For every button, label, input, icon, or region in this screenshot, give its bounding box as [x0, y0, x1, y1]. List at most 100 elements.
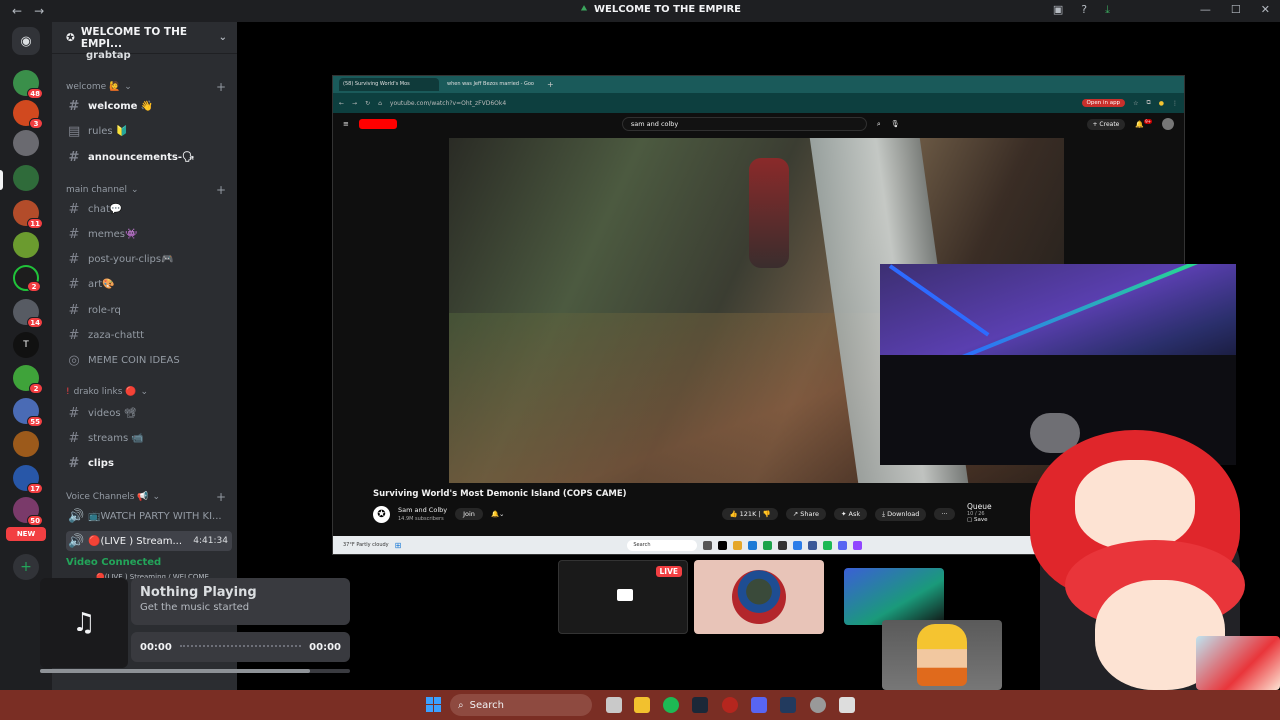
channel-welcome[interactable]: # welcome 👋: [66, 96, 232, 116]
extensions-icon[interactable]: ⧉: [1146, 99, 1150, 107]
server-icon[interactable]: 11: [13, 200, 43, 229]
server-icon[interactable]: 17: [13, 465, 43, 494]
add-channel-icon[interactable]: +: [216, 490, 226, 504]
camera-tile[interactable]: [844, 568, 944, 625]
bell-icon[interactable]: 🔔⌄: [491, 510, 505, 518]
stream-tile[interactable]: LIVE: [558, 560, 688, 634]
add-channel-icon[interactable]: +: [216, 80, 226, 94]
taskbar-app-icon[interactable]: [808, 540, 818, 550]
server-header[interactable]: ✪ WELCOME TO THE EMPI... ⌄: [52, 22, 237, 54]
help-icon[interactable]: ?: [1081, 3, 1087, 17]
channel-videos[interactable]: # videos 📽: [66, 403, 232, 423]
server-icon[interactable]: [13, 232, 39, 258]
save-button[interactable]: ▢ Save: [967, 517, 992, 523]
channel-info[interactable]: Sam and Colby 14.9M subscribers: [398, 506, 447, 522]
taskbar-app-icon[interactable]: [823, 540, 833, 550]
maximize-button[interactable]: ☐: [1231, 3, 1241, 16]
channel-chat[interactable]: # chat💬: [66, 199, 232, 219]
app-icon[interactable]: [810, 697, 826, 713]
taskbar-app-icon[interactable]: [748, 540, 758, 550]
taskbar-search[interactable]: ⌕ Search: [450, 694, 592, 716]
taskbar-app-icon[interactable]: [838, 540, 848, 550]
avatar[interactable]: [1162, 118, 1174, 130]
channel-announcements[interactable]: # announcements-🗣: [66, 147, 232, 167]
minimize-button[interactable]: —: [1200, 3, 1211, 16]
create-button[interactable]: + Create: [1086, 118, 1126, 130]
bell-icon[interactable]: 🔔9+: [1135, 119, 1152, 129]
channel-post-your-clips[interactable]: # post-your-clips🎮: [66, 249, 232, 269]
channel-grabtap[interactable]: grabtap: [86, 50, 131, 61]
spotify-icon[interactable]: [663, 697, 679, 713]
back-arrow-icon[interactable]: ←: [339, 100, 344, 107]
server-icon[interactable]: 48: [13, 70, 43, 99]
star-icon[interactable]: ☆: [1133, 100, 1138, 107]
more-button[interactable]: ···: [934, 508, 955, 520]
share-button[interactable]: ↗ Share: [785, 508, 827, 520]
channel-art[interactable]: # art🎨: [66, 274, 232, 294]
channel-avatar[interactable]: ✪: [373, 505, 390, 523]
channel-meme-coin-ideas[interactable]: ◎ MEME COIN IDEAS: [66, 350, 232, 370]
category-drako-links[interactable]: ! drako links 🔴 ⌄: [66, 387, 226, 397]
forward-arrow-icon[interactable]: →: [34, 4, 44, 18]
back-arrow-icon[interactable]: ←: [12, 4, 22, 18]
search-icon[interactable]: ⌕: [877, 120, 881, 129]
server-icon[interactable]: +: [13, 554, 39, 580]
reload-icon[interactable]: ↻: [365, 100, 370, 107]
close-button[interactable]: ✕: [1261, 3, 1270, 16]
app-icon[interactable]: [722, 697, 738, 713]
server-icon[interactable]: 50: [13, 497, 43, 526]
join-button[interactable]: Join: [455, 508, 483, 520]
file-explorer-icon[interactable]: [634, 697, 650, 713]
add-channel-icon[interactable]: +: [216, 183, 226, 197]
taskbar-app-icon[interactable]: [718, 540, 728, 550]
taskbar-app-icon[interactable]: [778, 540, 788, 550]
voice-channel-watch-party[interactable]: 🔊 📺WATCH PARTY WITH KI...: [66, 506, 232, 526]
youtube-logo[interactable]: [358, 119, 397, 129]
channel-rules[interactable]: ▤ rules 🔰: [66, 121, 232, 141]
task-view-icon[interactable]: [606, 697, 622, 713]
server-icon[interactable]: 2: [13, 265, 41, 292]
windows-start-icon[interactable]: [426, 697, 441, 712]
url-field[interactable]: youtube.com/watch?v=Oht_zFVD6Ok4: [390, 100, 506, 107]
new-tab-icon[interactable]: +: [547, 80, 554, 89]
server-icon[interactable]: [13, 165, 39, 191]
voice-channel-live-stream[interactable]: 🔊 🔴(LIVE ) Stream... 4:41:34: [66, 531, 232, 551]
taskbar-app-icon[interactable]: [793, 540, 803, 550]
ask-button[interactable]: ✦ Ask: [834, 508, 868, 520]
steam-icon[interactable]: [692, 697, 708, 713]
browser-tab[interactable]: when was Jeff Bezos married - Goo: [443, 78, 543, 91]
hamburger-icon[interactable]: ≡: [343, 120, 349, 128]
seek-bar[interactable]: [179, 645, 302, 649]
like-button[interactable]: 👍 121K | 👎: [722, 508, 778, 520]
server-icon[interactable]: 14: [13, 299, 43, 328]
download-icon[interactable]: ⤓: [1105, 3, 1110, 17]
channel-zaza-chattt[interactable]: # zaza-chattt: [66, 325, 232, 345]
menu-icon[interactable]: ⋮: [1172, 100, 1178, 107]
taskbar-app-icon[interactable]: [763, 540, 773, 550]
inbox-icon[interactable]: ▣: [1053, 3, 1063, 17]
category-main[interactable]: main channel ⌄ +: [66, 183, 226, 197]
participant-tile[interactable]: [882, 620, 1002, 690]
taskbar-app-icon[interactable]: [733, 540, 743, 550]
download-button[interactable]: ⤓ Download: [875, 507, 927, 521]
channel-memes[interactable]: # memes👾: [66, 224, 232, 244]
mic-icon[interactable]: 🎙: [891, 120, 900, 128]
taskbar-app-icon[interactable]: [703, 540, 713, 550]
browser-tab[interactable]: (58) Surviving World's Mos: [339, 78, 439, 91]
server-icon[interactable]: 2: [13, 365, 43, 394]
server-icon[interactable]: 3: [13, 100, 43, 129]
channel-clips[interactable]: # clips: [66, 453, 232, 473]
server-icon[interactable]: T: [13, 332, 39, 358]
discord-icon[interactable]: [751, 697, 767, 713]
forward-arrow-icon[interactable]: →: [352, 100, 357, 107]
steam-icon[interactable]: [780, 697, 796, 713]
channel-role-rq[interactable]: # role-rq: [66, 300, 232, 320]
youtube-search-input[interactable]: sam and colby: [621, 117, 867, 131]
volume-slider[interactable]: [40, 669, 350, 673]
channel-streams[interactable]: # streams 📹: [66, 428, 232, 448]
server-icon[interactable]: 55: [13, 398, 43, 427]
server-icon[interactable]: [13, 431, 39, 457]
participant-tile[interactable]: [694, 560, 824, 634]
server-icon[interactable]: [13, 130, 39, 156]
category-voice-channels[interactable]: Voice Channels 📢 ⌄ +: [66, 490, 226, 504]
